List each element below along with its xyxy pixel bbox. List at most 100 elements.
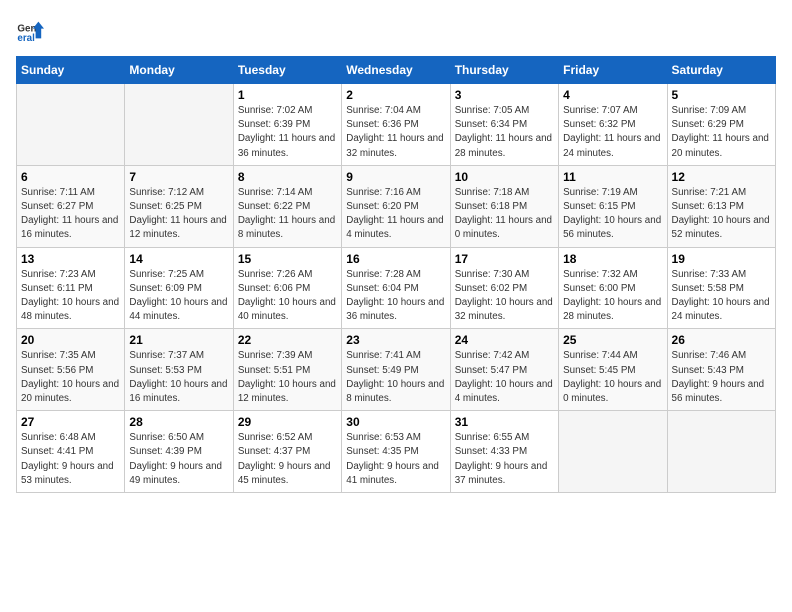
calendar-cell: 27 Sunrise: 6:48 AM Sunset: 4:41 PM Dayli… bbox=[17, 411, 125, 493]
svg-text:eral: eral bbox=[17, 33, 35, 44]
day-number: 20 bbox=[21, 333, 120, 347]
calendar-cell: 30 Sunrise: 6:53 AM Sunset: 4:35 PM Dayli… bbox=[342, 411, 450, 493]
calendar-cell: 24Sunrise: 7:42 AM Sunset: 5:47 PM Dayli… bbox=[450, 329, 558, 411]
week-row: 13Sunrise: 7:23 AM Sunset: 6:11 PM Dayli… bbox=[17, 247, 776, 329]
day-number: 28 bbox=[129, 415, 228, 429]
calendar-cell: 18 Sunrise: 7:32 AM Sunset: 6:00 PM Dayli… bbox=[559, 247, 667, 329]
calendar-cell: 21Sunrise: 7:37 AM Sunset: 5:53 PM Dayli… bbox=[125, 329, 233, 411]
day-info: Sunrise: 6:55 AM Sunset: 4:33 PM Dayligh… bbox=[455, 431, 554, 488]
calendar-cell bbox=[667, 411, 775, 493]
page-header: Gen eral bbox=[16, 16, 776, 44]
day-number: 6 bbox=[21, 170, 120, 184]
day-info: Sunrise: 7:39 AM Sunset: 5:51 PM Dayligh… bbox=[238, 349, 337, 406]
calendar-cell: 13Sunrise: 7:23 AM Sunset: 6:11 PM Dayli… bbox=[17, 247, 125, 329]
day-info: Sunrise: 7:12 AM Sunset: 6:25 PM Dayligh… bbox=[129, 186, 228, 243]
day-number: 31 bbox=[455, 415, 554, 429]
calendar-cell: 15 Sunrise: 7:26 AM Sunset: 6:06 PM Dayli… bbox=[233, 247, 341, 329]
day-info: Sunrise: 7:05 AM Sunset: 6:34 PM Dayligh… bbox=[455, 104, 554, 161]
calendar-cell: 23 Sunrise: 7:41 AM Sunset: 5:49 PM Dayli… bbox=[342, 329, 450, 411]
day-info: Sunrise: 7:33 AM Sunset: 5:58 PM Dayligh… bbox=[672, 268, 771, 325]
calendar-cell: 2 Sunrise: 7:04 AM Sunset: 6:36 PM Daylig… bbox=[342, 84, 450, 166]
calendar-cell: 14 Sunrise: 7:25 AM Sunset: 6:09 PM Dayli… bbox=[125, 247, 233, 329]
header-row: SundayMondayTuesdayWednesdayThursdayFrid… bbox=[17, 57, 776, 84]
day-number: 16 bbox=[346, 252, 445, 266]
calendar-cell: 9 Sunrise: 7:16 AM Sunset: 6:20 PM Daylig… bbox=[342, 165, 450, 247]
day-info: Sunrise: 7:30 AM Sunset: 6:02 PM Dayligh… bbox=[455, 268, 554, 325]
calendar-cell: 22 Sunrise: 7:39 AM Sunset: 5:51 PM Dayli… bbox=[233, 329, 341, 411]
day-info: Sunrise: 6:53 AM Sunset: 4:35 PM Dayligh… bbox=[346, 431, 445, 488]
day-info: Sunrise: 7:18 AM Sunset: 6:18 PM Dayligh… bbox=[455, 186, 554, 243]
calendar-cell: 6 Sunrise: 7:11 AM Sunset: 6:27 PM Daylig… bbox=[17, 165, 125, 247]
day-info: Sunrise: 7:21 AM Sunset: 6:13 PM Dayligh… bbox=[672, 186, 771, 243]
day-info: Sunrise: 7:09 AM Sunset: 6:29 PM Dayligh… bbox=[672, 104, 771, 161]
day-number: 30 bbox=[346, 415, 445, 429]
day-info: Sunrise: 7:44 AM Sunset: 5:45 PM Dayligh… bbox=[563, 349, 662, 406]
day-info: Sunrise: 7:26 AM Sunset: 6:06 PM Dayligh… bbox=[238, 268, 337, 325]
calendar-cell: 16 Sunrise: 7:28 AM Sunset: 6:04 PM Dayli… bbox=[342, 247, 450, 329]
week-row: 20Sunrise: 7:35 AM Sunset: 5:56 PM Dayli… bbox=[17, 329, 776, 411]
day-number: 3 bbox=[455, 88, 554, 102]
day-number: 5 bbox=[672, 88, 771, 102]
calendar-table: SundayMondayTuesdayWednesdayThursdayFrid… bbox=[16, 56, 776, 493]
day-number: 8 bbox=[238, 170, 337, 184]
day-info: Sunrise: 7:11 AM Sunset: 6:27 PM Dayligh… bbox=[21, 186, 120, 243]
calendar-cell: 20Sunrise: 7:35 AM Sunset: 5:56 PM Dayli… bbox=[17, 329, 125, 411]
week-row: 6 Sunrise: 7:11 AM Sunset: 6:27 PM Daylig… bbox=[17, 165, 776, 247]
day-number: 17 bbox=[455, 252, 554, 266]
day-number: 2 bbox=[346, 88, 445, 102]
calendar-cell: 28 Sunrise: 6:50 AM Sunset: 4:39 PM Dayli… bbox=[125, 411, 233, 493]
day-info: Sunrise: 6:50 AM Sunset: 4:39 PM Dayligh… bbox=[129, 431, 228, 488]
logo-icon: Gen eral bbox=[16, 16, 44, 44]
day-info: Sunrise: 7:28 AM Sunset: 6:04 PM Dayligh… bbox=[346, 268, 445, 325]
day-info: Sunrise: 7:46 AM Sunset: 5:43 PM Dayligh… bbox=[672, 349, 771, 406]
day-number: 24 bbox=[455, 333, 554, 347]
header-cell-monday: Monday bbox=[125, 57, 233, 84]
day-number: 15 bbox=[238, 252, 337, 266]
day-info: Sunrise: 7:41 AM Sunset: 5:49 PM Dayligh… bbox=[346, 349, 445, 406]
day-number: 22 bbox=[238, 333, 337, 347]
calendar-header: SundayMondayTuesdayWednesdayThursdayFrid… bbox=[17, 57, 776, 84]
calendar-cell: 1 Sunrise: 7:02 AM Sunset: 6:39 PM Daylig… bbox=[233, 84, 341, 166]
day-info: Sunrise: 7:25 AM Sunset: 6:09 PM Dayligh… bbox=[129, 268, 228, 325]
day-number: 29 bbox=[238, 415, 337, 429]
day-info: Sunrise: 6:52 AM Sunset: 4:37 PM Dayligh… bbox=[238, 431, 337, 488]
day-number: 7 bbox=[129, 170, 228, 184]
calendar-cell: 25 Sunrise: 7:44 AM Sunset: 5:45 PM Dayli… bbox=[559, 329, 667, 411]
calendar-cell: 12Sunrise: 7:21 AM Sunset: 6:13 PM Dayli… bbox=[667, 165, 775, 247]
day-info: Sunrise: 7:32 AM Sunset: 6:00 PM Dayligh… bbox=[563, 268, 662, 325]
week-row: 27 Sunrise: 6:48 AM Sunset: 4:41 PM Dayli… bbox=[17, 411, 776, 493]
calendar-cell: 4Sunrise: 7:07 AM Sunset: 6:32 PM Daylig… bbox=[559, 84, 667, 166]
day-number: 18 bbox=[563, 252, 662, 266]
header-cell-sunday: Sunday bbox=[17, 57, 125, 84]
day-info: Sunrise: 7:37 AM Sunset: 5:53 PM Dayligh… bbox=[129, 349, 228, 406]
calendar-cell: 11 Sunrise: 7:19 AM Sunset: 6:15 PM Dayli… bbox=[559, 165, 667, 247]
day-number: 9 bbox=[346, 170, 445, 184]
day-number: 25 bbox=[563, 333, 662, 347]
calendar-cell: 5 Sunrise: 7:09 AM Sunset: 6:29 PM Daylig… bbox=[667, 84, 775, 166]
day-info: Sunrise: 7:16 AM Sunset: 6:20 PM Dayligh… bbox=[346, 186, 445, 243]
header-cell-thursday: Thursday bbox=[450, 57, 558, 84]
day-info: Sunrise: 7:14 AM Sunset: 6:22 PM Dayligh… bbox=[238, 186, 337, 243]
day-info: Sunrise: 6:48 AM Sunset: 4:41 PM Dayligh… bbox=[21, 431, 120, 488]
day-number: 23 bbox=[346, 333, 445, 347]
day-info: Sunrise: 7:19 AM Sunset: 6:15 PM Dayligh… bbox=[563, 186, 662, 243]
day-number: 14 bbox=[129, 252, 228, 266]
calendar-body: 1 Sunrise: 7:02 AM Sunset: 6:39 PM Daylig… bbox=[17, 84, 776, 493]
calendar-cell bbox=[17, 84, 125, 166]
day-number: 1 bbox=[238, 88, 337, 102]
calendar-cell: 19Sunrise: 7:33 AM Sunset: 5:58 PM Dayli… bbox=[667, 247, 775, 329]
logo: Gen eral bbox=[16, 16, 48, 44]
week-row: 1 Sunrise: 7:02 AM Sunset: 6:39 PM Daylig… bbox=[17, 84, 776, 166]
calendar-cell: 31 Sunrise: 6:55 AM Sunset: 4:33 PM Dayli… bbox=[450, 411, 558, 493]
day-info: Sunrise: 7:02 AM Sunset: 6:39 PM Dayligh… bbox=[238, 104, 337, 161]
day-number: 11 bbox=[563, 170, 662, 184]
day-info: Sunrise: 7:07 AM Sunset: 6:32 PM Dayligh… bbox=[563, 104, 662, 161]
day-number: 26 bbox=[672, 333, 771, 347]
header-cell-wednesday: Wednesday bbox=[342, 57, 450, 84]
header-cell-friday: Friday bbox=[559, 57, 667, 84]
calendar-cell: 17 Sunrise: 7:30 AM Sunset: 6:02 PM Dayli… bbox=[450, 247, 558, 329]
day-number: 10 bbox=[455, 170, 554, 184]
day-number: 27 bbox=[21, 415, 120, 429]
day-info: Sunrise: 7:04 AM Sunset: 6:36 PM Dayligh… bbox=[346, 104, 445, 161]
calendar-cell: 7 Sunrise: 7:12 AM Sunset: 6:25 PM Daylig… bbox=[125, 165, 233, 247]
